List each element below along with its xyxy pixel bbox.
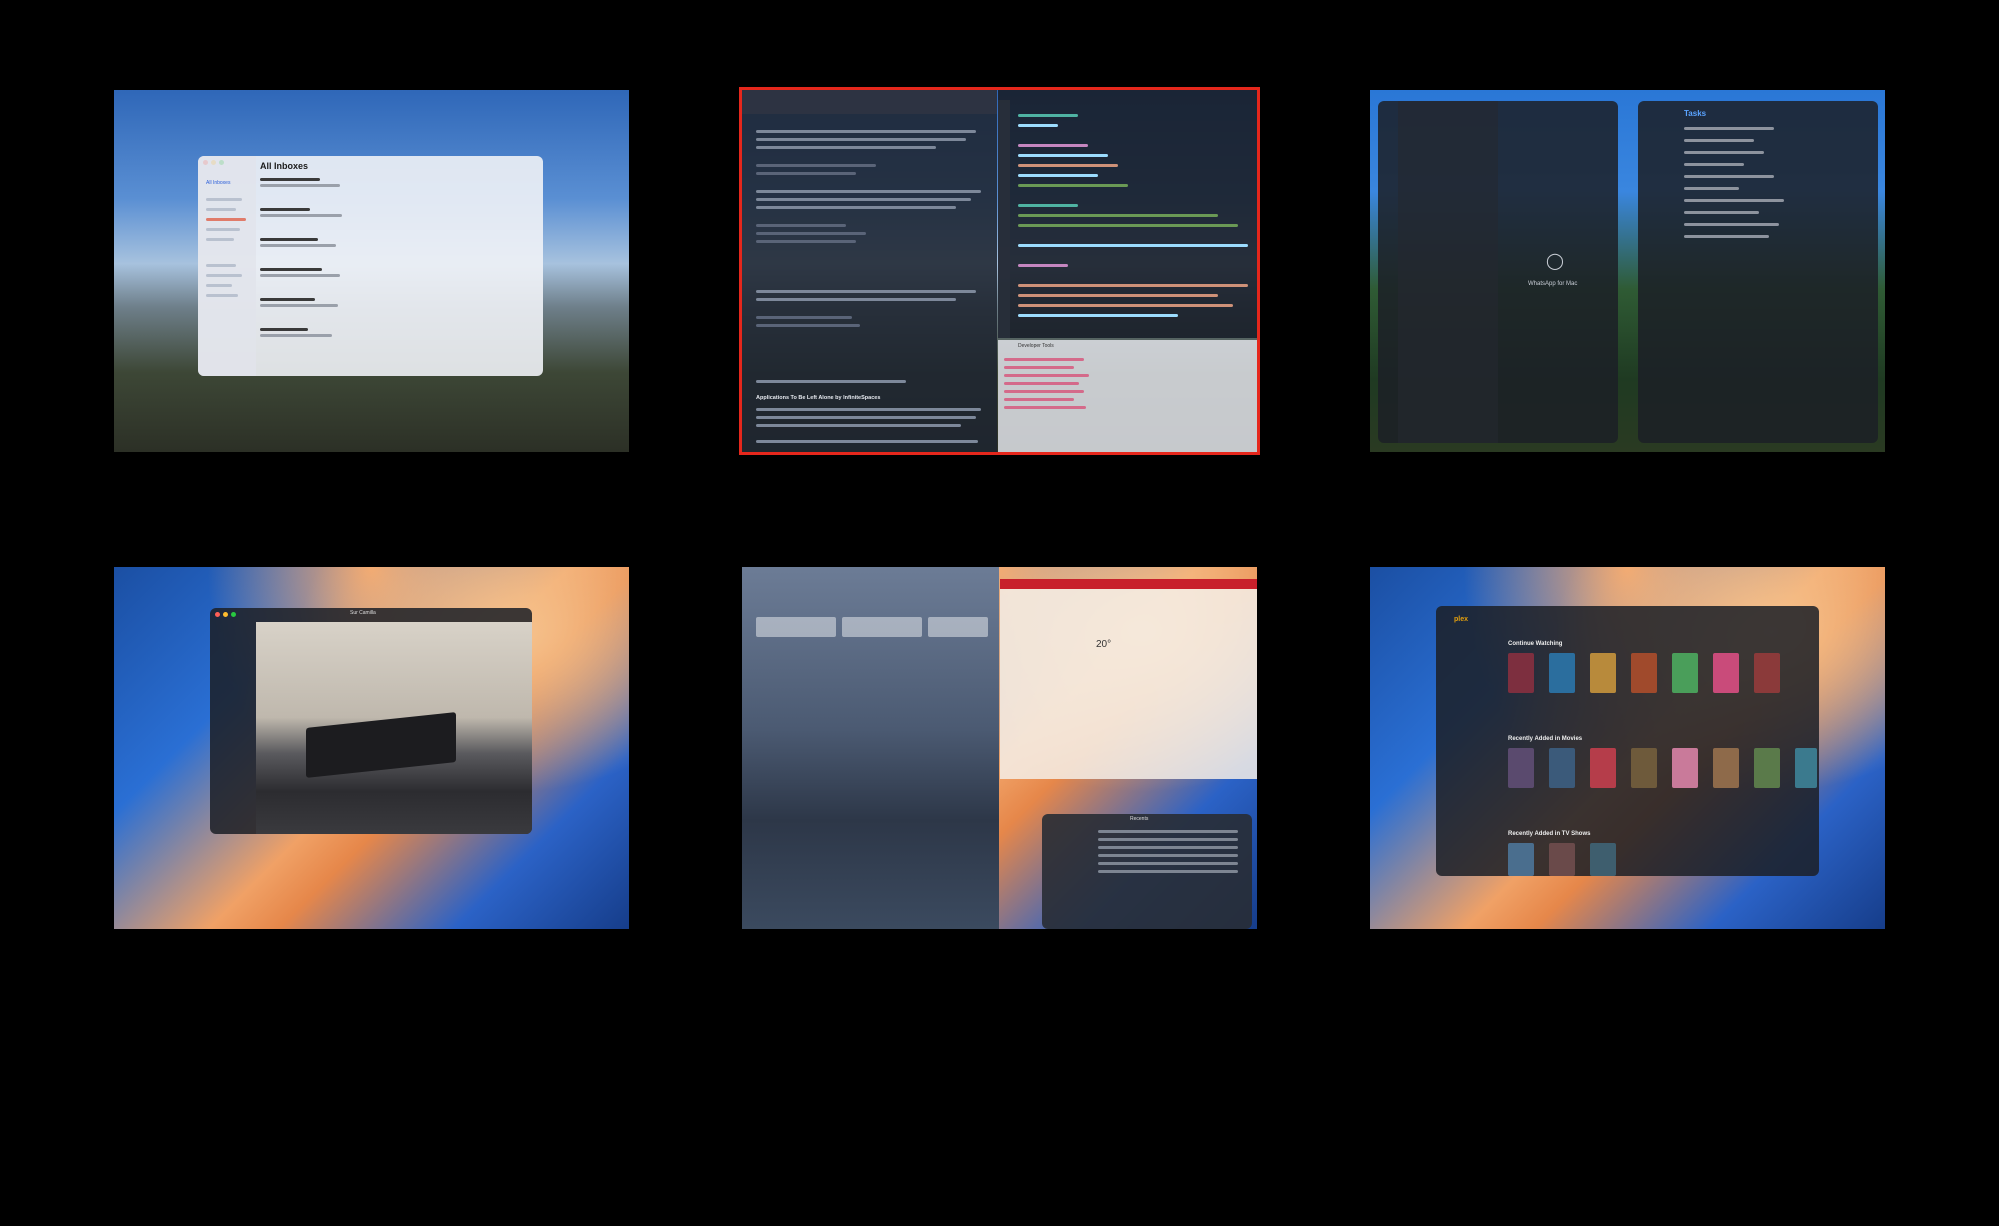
temperature-label: 20° bbox=[1096, 639, 1112, 650]
mail-sidebar: All Inboxes bbox=[198, 156, 256, 376]
readme-preview-window[interactable]: Applications To Be Left Alone by Infinit… bbox=[742, 90, 997, 452]
code-editor-window[interactable] bbox=[998, 90, 1257, 338]
developer-tools-title: Developer Tools bbox=[1018, 343, 1054, 349]
workspace-5-thumbnail[interactable]: 20° Recents bbox=[742, 567, 1257, 929]
window-controls bbox=[215, 612, 236, 617]
continue-watching-header: Continue Watching bbox=[1508, 641, 1563, 647]
finder-window[interactable]: Recents bbox=[1042, 814, 1252, 929]
mail-window[interactable]: All Inboxes All Inboxes bbox=[198, 156, 543, 376]
finder-title: Recents bbox=[1130, 816, 1149, 822]
browser-toolbar bbox=[742, 90, 997, 114]
reminders-window[interactable]: Tasks bbox=[1638, 101, 1878, 443]
recently-added-tv-header: Recently Added in TV Shows bbox=[1508, 831, 1591, 837]
plex-logo: plex bbox=[1454, 616, 1469, 623]
recently-added-movies-header: Recently Added in Movies bbox=[1508, 736, 1583, 742]
weather-window[interactable] bbox=[742, 567, 999, 929]
readme-heading: Applications To Be Left Alone by Infinit… bbox=[756, 395, 881, 401]
mail-title: All Inboxes bbox=[260, 161, 309, 171]
whatsapp-window[interactable]: ◯ WhatsApp for Mac bbox=[1378, 101, 1618, 443]
developer-tools-panel[interactable]: Developer Tools bbox=[998, 340, 1257, 452]
photo-preview bbox=[256, 622, 532, 834]
whatsapp-placeholder-label: WhatsApp for Mac bbox=[1528, 281, 1578, 287]
workspace-1-thumbnail[interactable]: All Inboxes All Inboxes bbox=[114, 90, 629, 452]
reminders-title: Tasks bbox=[1684, 109, 1707, 118]
whatsapp-logo-icon: ◯ bbox=[1546, 253, 1564, 270]
photos-title: Sur Camilla bbox=[350, 610, 376, 616]
sidebar-all-inboxes[interactable]: All Inboxes bbox=[206, 180, 230, 186]
plex-window[interactable]: plex Continue Watching Recently Added in… bbox=[1436, 606, 1819, 876]
news-header bbox=[1000, 579, 1257, 589]
editor-activity-bar bbox=[998, 100, 1010, 338]
chat-list bbox=[1398, 101, 1498, 443]
workspace-4-thumbnail[interactable]: Sur Camilla bbox=[114, 567, 629, 929]
news-window[interactable]: 20° bbox=[1000, 579, 1257, 779]
workspace-3-thumbnail[interactable]: ◯ WhatsApp for Mac Tasks bbox=[1370, 90, 1885, 452]
workspace-6-thumbnail[interactable]: plex Continue Watching Recently Added in… bbox=[1370, 567, 1885, 929]
workspace-2-thumbnail[interactable]: Applications To Be Left Alone by Infinit… bbox=[739, 87, 1260, 455]
photos-window[interactable]: Sur Camilla bbox=[210, 608, 532, 834]
